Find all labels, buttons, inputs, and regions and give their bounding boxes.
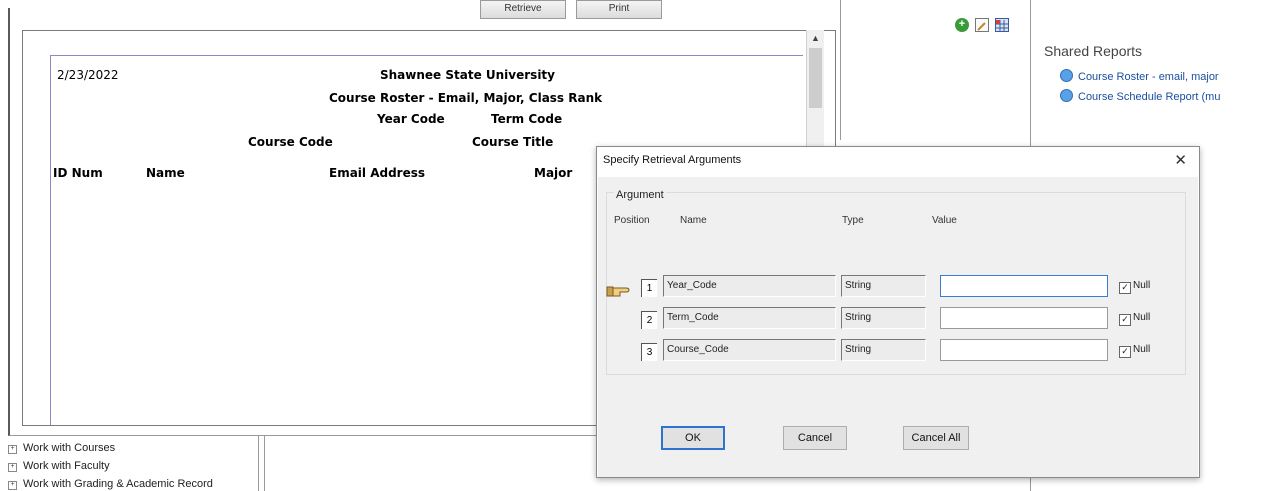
report-date: 2/23/2022 (57, 68, 119, 82)
shared-report-link[interactable]: Course Schedule Report (mu (1060, 89, 1220, 103)
expand-icon[interactable]: + (8, 463, 17, 472)
argument-name-field: Term_Code (663, 307, 836, 329)
checkbox-checked-icon[interactable]: ✓ (1119, 346, 1131, 358)
header-name: Name (680, 215, 707, 226)
shared-reports-title: Shared Reports (1044, 43, 1143, 59)
argument-type-field: String (841, 275, 926, 297)
argument-group-label: Argument (614, 189, 666, 201)
expand-icon[interactable]: + (8, 445, 17, 454)
column-header-id-num: ID Num (53, 166, 103, 180)
argument-value-input[interactable] (940, 275, 1108, 297)
retrieval-arguments-dialog: Specify Retrieval Arguments ✕ Argument P… (596, 146, 1200, 478)
argument-name-field: Year_Code (663, 275, 836, 297)
report-university: Shawnee State University (380, 68, 555, 82)
tree-divider (264, 436, 265, 491)
close-icon[interactable]: ✕ (1174, 151, 1187, 169)
pointing-hand-icon (606, 286, 630, 297)
position-cell: 3 (641, 343, 657, 361)
scroll-up-arrow-icon[interactable]: ▲ (807, 30, 824, 47)
null-checkbox[interactable]: ✓ Null (1119, 280, 1150, 294)
expand-icon[interactable]: + (8, 481, 17, 490)
column-header-email: Email Address (329, 166, 426, 180)
report-icon (1060, 69, 1073, 82)
null-checkbox[interactable]: ✓ Null (1119, 344, 1150, 358)
column-header-major: Major (534, 166, 573, 180)
cancel-all-button[interactable]: Cancel All (903, 426, 969, 450)
argument-value-input[interactable] (940, 307, 1108, 329)
report-icon (1060, 89, 1073, 102)
tree-item-work-with-faculty[interactable]: + Work with Faculty (8, 460, 110, 472)
report-year-code-label: Year Code (377, 112, 445, 126)
add-icon[interactable]: + (955, 18, 969, 32)
shared-report-link[interactable]: Course Roster - email, major (1060, 69, 1219, 83)
column-header-name: Name (146, 166, 185, 180)
position-cell: 2 (641, 311, 657, 329)
scroll-thumb[interactable] (809, 48, 822, 108)
header-position: Position (614, 215, 650, 226)
tree-divider (258, 436, 259, 491)
checkbox-checked-icon[interactable]: ✓ (1119, 282, 1131, 294)
checkbox-checked-icon[interactable]: ✓ (1119, 314, 1131, 326)
edit-document-icon[interactable] (975, 18, 989, 32)
report-course-code-label: Course Code (248, 135, 333, 149)
header-type: Type (842, 215, 864, 226)
cancel-button[interactable]: Cancel (783, 426, 847, 450)
report-course-title-label: Course Title (472, 135, 554, 149)
argument-type-field: String (841, 339, 926, 361)
dialog-title: Specify Retrieval Arguments (603, 154, 742, 166)
report-term-code-label: Term Code (491, 112, 563, 126)
ok-button[interactable]: OK (661, 426, 725, 450)
header-value: Value (932, 215, 957, 226)
position-cell: 1 (641, 279, 657, 297)
panel-divider (840, 0, 841, 140)
null-checkbox[interactable]: ✓ Null (1119, 312, 1150, 326)
argument-type-field: String (841, 307, 926, 329)
grid-icon[interactable] (995, 18, 1009, 32)
tree-item-work-with-courses[interactable]: + Work with Courses (8, 442, 115, 454)
argument-name-field: Course_Code (663, 339, 836, 361)
tree-item-work-with-grading[interactable]: + Work with Grading & Academic Record (8, 478, 213, 490)
report-title: Course Roster - Email, Major, Class Rank (329, 91, 603, 105)
argument-value-input[interactable] (940, 339, 1108, 361)
